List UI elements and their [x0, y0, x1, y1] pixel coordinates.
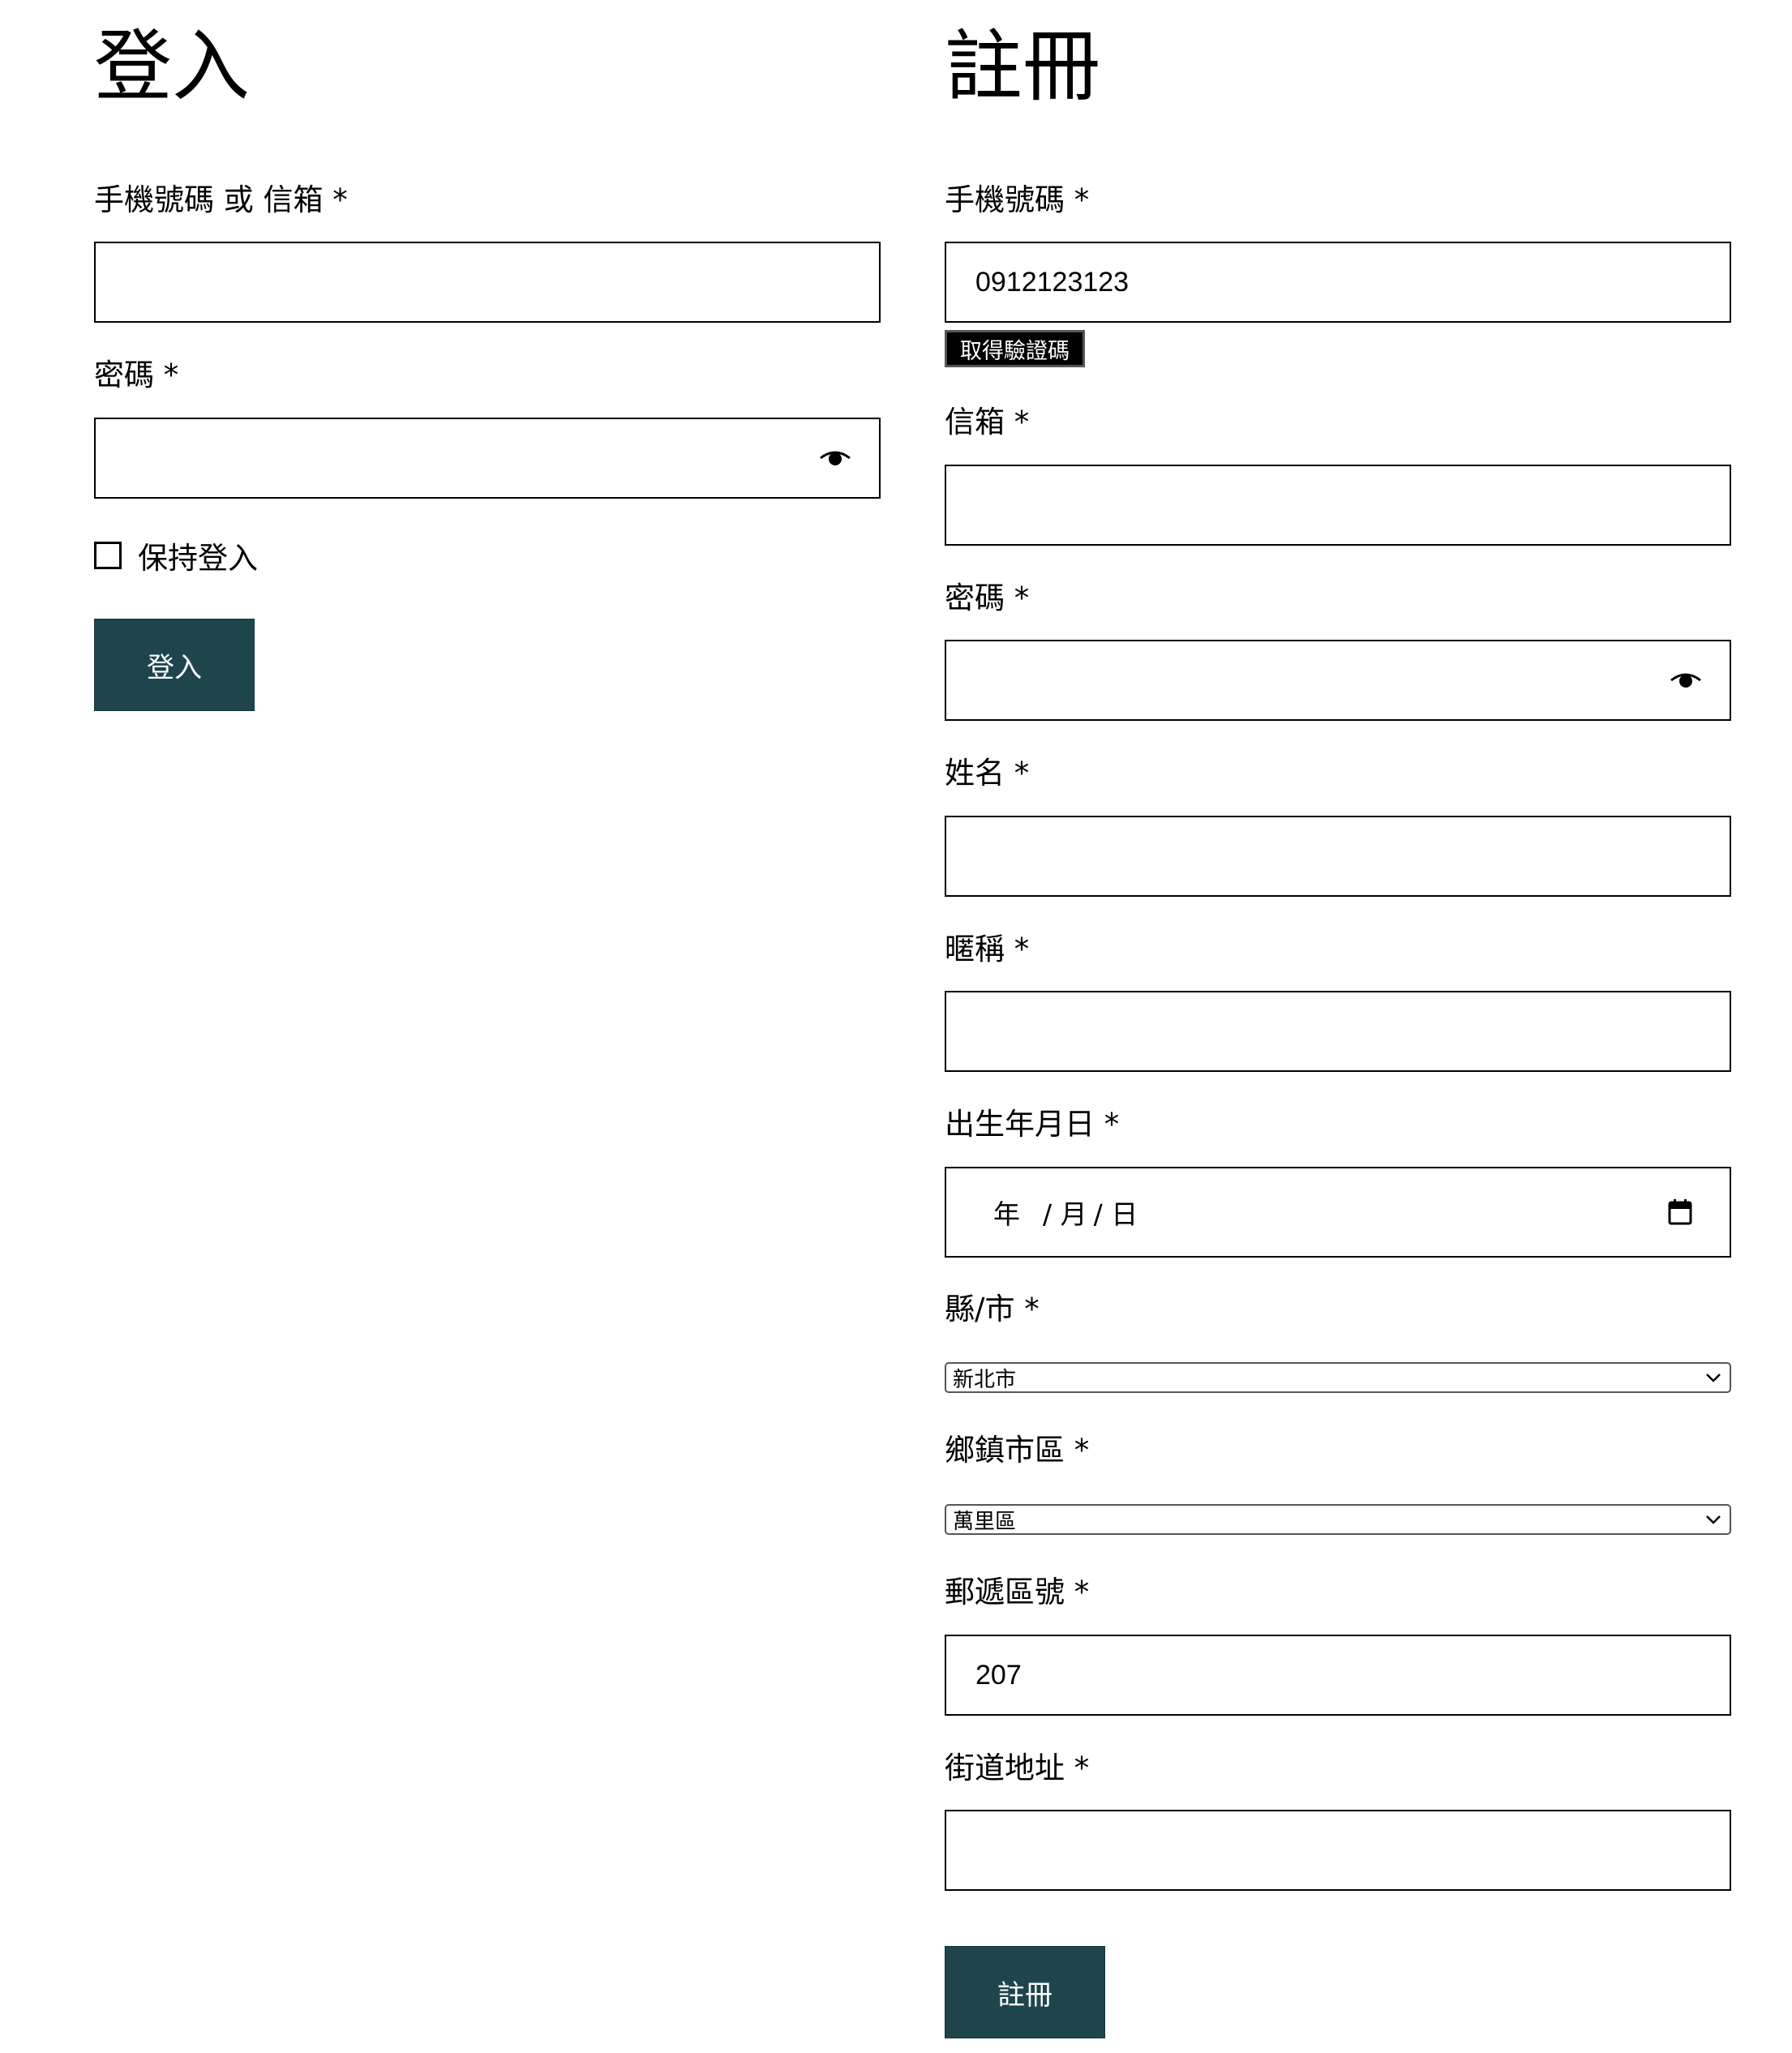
eye-icon[interactable] [819, 448, 851, 468]
account-field-box [94, 242, 881, 323]
calendar-icon[interactable] [1668, 1199, 1692, 1225]
register-password-input[interactable] [946, 641, 1730, 719]
birthday-day: / 日 [1093, 1198, 1138, 1230]
login-title: 登入 [94, 21, 250, 112]
phone-label: 手機號碼 * [945, 182, 1090, 217]
get-code-button[interactable]: 取得驗證碼 [945, 330, 1085, 367]
district-selected-value: 萬里區 [953, 1509, 1017, 1534]
eye-icon[interactable] [1670, 671, 1702, 690]
login-password-field-box [94, 418, 881, 499]
birthday-placeholder: 年 / 月 / 日 [993, 1193, 1138, 1232]
street-label: 街道地址 * [945, 1751, 1090, 1785]
street-input[interactable] [946, 1811, 1730, 1889]
name-field-box [945, 816, 1731, 897]
birthday-month: / 月 [1043, 1198, 1087, 1230]
zip-field-box [945, 1635, 1731, 1716]
district-select[interactable]: 萬里區 [945, 1504, 1731, 1535]
account-input[interactable] [96, 243, 879, 321]
register-button[interactable]: 註冊 [945, 1946, 1105, 2038]
phone-input[interactable] [946, 243, 1730, 321]
account-label: 手機號碼 或 信箱 * [94, 182, 348, 217]
email-input[interactable] [946, 466, 1730, 544]
street-field-box [945, 1810, 1731, 1891]
remember-me-checkbox[interactable] [94, 542, 122, 569]
phone-field-box [945, 242, 1731, 323]
register-title: 註冊 [945, 21, 1100, 112]
name-input[interactable] [946, 817, 1730, 895]
email-label: 信箱 * [945, 405, 1030, 439]
chevron-down-icon [1706, 1515, 1721, 1524]
email-field-box [945, 465, 1731, 546]
nickname-label: 暱稱 * [945, 932, 1030, 966]
birthday-year: 年 [993, 1198, 1020, 1230]
city-select[interactable]: 新北市 [945, 1362, 1731, 1393]
login-password-input[interactable] [96, 419, 879, 497]
register-password-label: 密碼 * [945, 581, 1030, 615]
district-label: 鄉鎮市區 * [945, 1433, 1090, 1468]
city-label: 縣/市 * [945, 1292, 1040, 1327]
remember-me-row[interactable]: 保持登入 [94, 534, 258, 577]
birthday-input[interactable]: 年 / 月 / 日 [945, 1167, 1731, 1258]
register-password-field-box [945, 640, 1731, 721]
login-button[interactable]: 登入 [94, 619, 255, 711]
nickname-input[interactable] [946, 992, 1730, 1070]
chevron-down-icon [1706, 1374, 1721, 1382]
zip-label: 郵遞區號 * [945, 1575, 1090, 1609]
remember-me-label: 保持登入 [138, 541, 258, 576]
city-selected-value: 新北市 [953, 1367, 1017, 1392]
login-password-label: 密碼 * [94, 358, 179, 392]
zip-input[interactable] [946, 1636, 1730, 1714]
name-label: 姓名 * [945, 756, 1030, 791]
nickname-field-box [945, 991, 1731, 1072]
birthday-label: 出生年月日 * [945, 1107, 1120, 1142]
